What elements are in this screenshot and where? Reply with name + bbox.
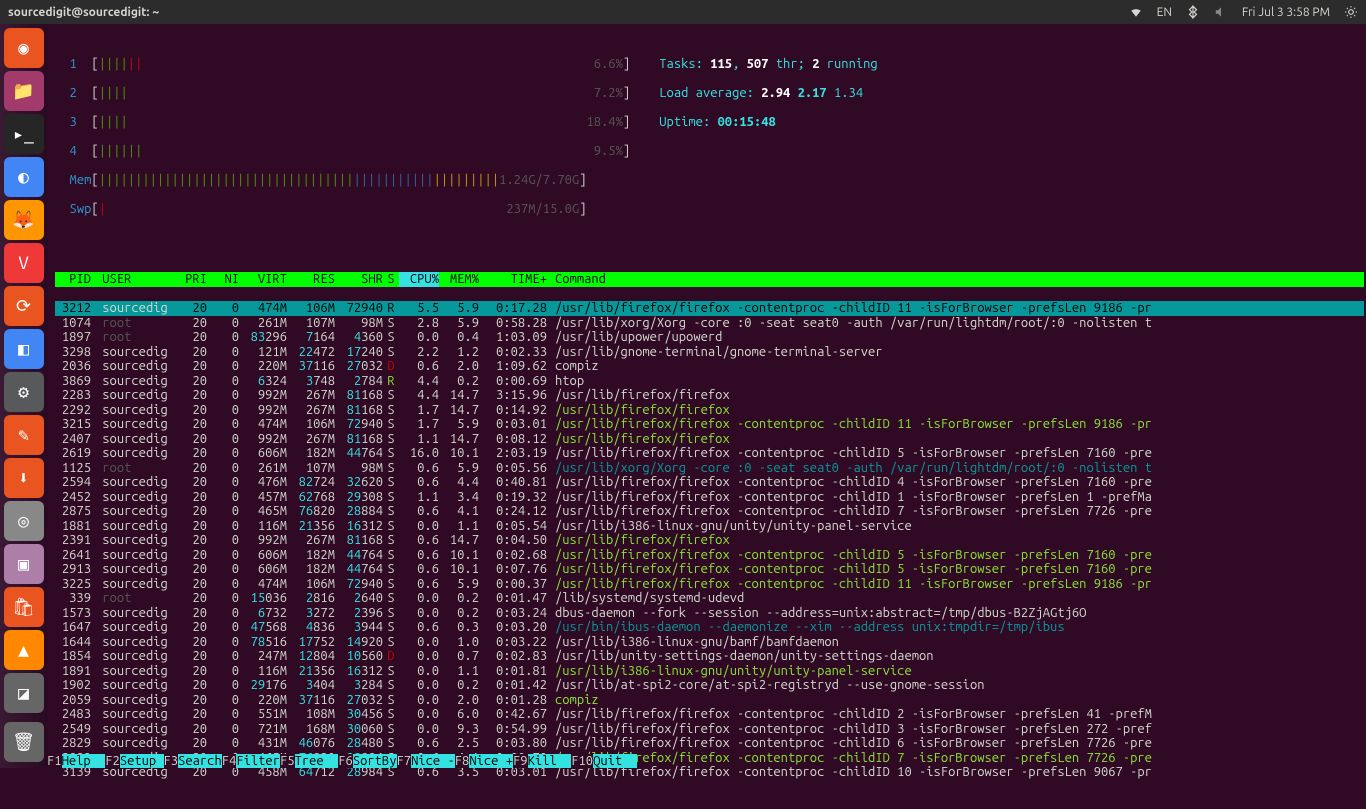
col-cmd: Command	[551, 272, 1364, 287]
process-row[interactable]: 2641 sourcedig200606M182M44764S0.610.10:…	[55, 548, 1364, 563]
process-header[interactable]: PID USERPRINIVIRTRESSHRSCPU%MEM%TIME+Com…	[55, 272, 1364, 287]
process-row[interactable]: 2283 sourcedig200992M267M81168S4.414.73:…	[55, 388, 1364, 403]
process-row[interactable]: 1854 sourcedig200247M1280410560D0.00.70:…	[55, 649, 1364, 664]
fkey-f10[interactable]: F10	[571, 754, 593, 769]
process-row[interactable]: 2059 sourcedig200220M3711627032S0.02.00:…	[55, 693, 1364, 708]
process-row[interactable]: 339 root2001503628162640S0.00.20:01.47/l…	[55, 591, 1364, 606]
bluetooth-icon[interactable]	[1186, 5, 1200, 19]
fkey-f9[interactable]: F9	[513, 754, 528, 769]
process-row[interactable]: 1897 root2008329671644360S0.00.41:03.09/…	[55, 330, 1364, 345]
disk-icon[interactable]: ◎	[4, 501, 44, 541]
flabel[interactable]: Tree	[295, 754, 339, 769]
session-icon[interactable]	[1344, 5, 1358, 19]
process-row[interactable]: 2913 sourcedig200606M182M44764S0.610.10:…	[55, 562, 1364, 577]
process-row[interactable]: 1074 root200261M107M98MS2.85.90:58.28/us…	[55, 316, 1364, 331]
chromium-icon[interactable]: ◐	[4, 157, 44, 197]
flabel[interactable]: Help	[62, 754, 106, 769]
media-icon[interactable]: ▣	[4, 544, 44, 584]
fkey-f1[interactable]: F1	[47, 754, 62, 769]
text-editor-icon[interactable]: ✎	[4, 415, 44, 455]
software-icon[interactable]: 🛍	[4, 587, 44, 627]
updater-icon[interactable]: ⬇	[4, 458, 44, 498]
process-row[interactable]: 1125 root200261M107M98MS0.65.90:05.56/us…	[55, 461, 1364, 476]
col-user: USER	[95, 272, 175, 287]
app-icon[interactable]: ⟳	[4, 286, 44, 326]
flabel[interactable]: Nice +	[469, 754, 513, 769]
process-row[interactable]: 1647 sourcedig2004756848363944S0.60.30:0…	[55, 620, 1364, 635]
process-row[interactable]: 1644 sourcedig200785161775214920S0.01.00…	[55, 635, 1364, 650]
process-row[interactable]: 2483 sourcedig200551M108M30456S0.06.00:4…	[55, 707, 1364, 722]
col-time: TIME+	[479, 272, 551, 287]
fkey-f6[interactable]: F6	[338, 754, 353, 769]
unity-launcher: ◉ 📁 ▸_ ◐ 🦊 V ⟳ ◧ ⚙ ✎ ⬇ ◎ ▣ 🛍 ▲ ◪ 🗑	[0, 24, 47, 768]
process-row[interactable]: 1902 sourcedig2002917634043284S0.00.20:0…	[55, 678, 1364, 693]
settings-icon[interactable]: ⚙	[4, 372, 44, 412]
process-row[interactable]: 3215 sourcedig200474M106M72940S1.75.90:0…	[55, 417, 1364, 432]
process-row[interactable]: 1881 sourcedig200116M2135616312S0.01.10:…	[55, 519, 1364, 534]
process-list[interactable]: 3212 sourcedig200474M106M72940R5.55.90:1…	[55, 301, 1364, 780]
fkey-f5[interactable]: F5	[280, 754, 295, 769]
language-indicator[interactable]: EN	[1157, 6, 1172, 19]
col-pri: PRI	[175, 272, 207, 287]
col-mem: MEM%	[439, 272, 479, 287]
process-row[interactable]: 2549 sourcedig200721M168M30060S0.09.30:5…	[55, 722, 1364, 737]
clock[interactable]: Fri Jul 3 3:58 PM	[1242, 6, 1330, 19]
process-row[interactable]: 3869 sourcedig200632437482784R4.40.20:00…	[55, 374, 1364, 389]
terminal-content[interactable]: 1 [|||||| 6.6%] Tasks: 115, 507 thr; 2 r…	[47, 24, 1366, 768]
volume-icon[interactable]	[1214, 5, 1228, 19]
flabel[interactable]: SortBy	[353, 754, 397, 769]
flabel[interactable]: Quit	[593, 754, 637, 769]
process-row[interactable]: 2619 sourcedig200606M182M44764S16.010.12…	[55, 446, 1364, 461]
process-row[interactable]: 2036 sourcedig200220M3711627032D0.62.01:…	[55, 359, 1364, 374]
flabel[interactable]: Setup	[120, 754, 164, 769]
col-s: S	[383, 272, 399, 287]
flabel[interactable]: Filter	[236, 754, 280, 769]
process-row[interactable]: 3298 sourcedig200121M2247217240S2.21.20:…	[55, 345, 1364, 360]
app-icon[interactable]: ◧	[4, 329, 44, 369]
flabel[interactable]: Nice -	[411, 754, 455, 769]
col-ni: NI	[207, 272, 239, 287]
col-res: RES	[287, 272, 335, 287]
process-row[interactable]: 2594 sourcedig200476M8272432620S0.64.40:…	[55, 475, 1364, 490]
process-row[interactable]: 2875 sourcedig200465M7682028884S0.64.10:…	[55, 504, 1364, 519]
vlc-icon[interactable]: ▲	[4, 630, 44, 670]
fkey-f7[interactable]: F7	[397, 754, 412, 769]
fkey-f2[interactable]: F2	[105, 754, 120, 769]
app-icon[interactable]: ◪	[4, 673, 44, 713]
process-row[interactable]: 3212 sourcedig200474M106M72940R5.55.90:1…	[55, 301, 1364, 316]
wifi-icon[interactable]	[1129, 5, 1143, 19]
trash-icon[interactable]: 🗑	[4, 722, 44, 762]
process-row[interactable]: 3225 sourcedig200474M106M72940S0.65.90:0…	[55, 577, 1364, 592]
htop-footer[interactable]: F1Help F2Setup F3SearchF4FilterF5Tree F6…	[47, 754, 1366, 769]
process-row[interactable]: 2391 sourcedig200992M267M81168S0.614.70:…	[55, 533, 1364, 548]
col-pid: PID	[55, 272, 95, 287]
htop-meters: 1 [|||||| 6.6%] Tasks: 115, 507 thr; 2 r…	[55, 43, 1364, 232]
process-row[interactable]: 1891 sourcedig200116M2135616312S0.01.10:…	[55, 664, 1364, 679]
firefox-icon[interactable]: 🦊	[4, 200, 44, 240]
fkey-f4[interactable]: F4	[222, 754, 237, 769]
process-row[interactable]: 2452 sourcedig200457M6276829308S1.13.40:…	[55, 490, 1364, 505]
top-panel: sourcedigit@sourcedigit: ~ EN Fri Jul 3 …	[0, 0, 1366, 24]
terminal-icon[interactable]: ▸_	[4, 114, 44, 154]
process-row[interactable]: 2829 sourcedig200431M4607628480S0.62.50:…	[55, 736, 1364, 751]
window-title: sourcedigit@sourcedigit: ~	[8, 6, 159, 19]
process-row[interactable]: 1573 sourcedig200673232722396S0.00.20:03…	[55, 606, 1364, 621]
col-cpu: CPU%	[399, 272, 439, 287]
fkey-f3[interactable]: F3	[164, 754, 179, 769]
col-virt: VIRT	[239, 272, 287, 287]
dash-icon[interactable]: ◉	[4, 28, 44, 68]
system-indicators[interactable]: EN Fri Jul 3 3:58 PM	[1129, 5, 1358, 19]
process-row[interactable]: 2407 sourcedig200992M267M81168S1.114.70:…	[55, 432, 1364, 447]
flabel[interactable]: Search	[178, 754, 222, 769]
vivaldi-icon[interactable]: V	[4, 243, 44, 283]
process-row[interactable]: 2292 sourcedig200992M267M81168S1.714.70:…	[55, 403, 1364, 418]
col-shr: SHR	[335, 272, 383, 287]
flabel[interactable]: Kill	[528, 754, 572, 769]
fkey-f8[interactable]: F8	[455, 754, 470, 769]
files-icon[interactable]: 📁	[4, 71, 44, 111]
